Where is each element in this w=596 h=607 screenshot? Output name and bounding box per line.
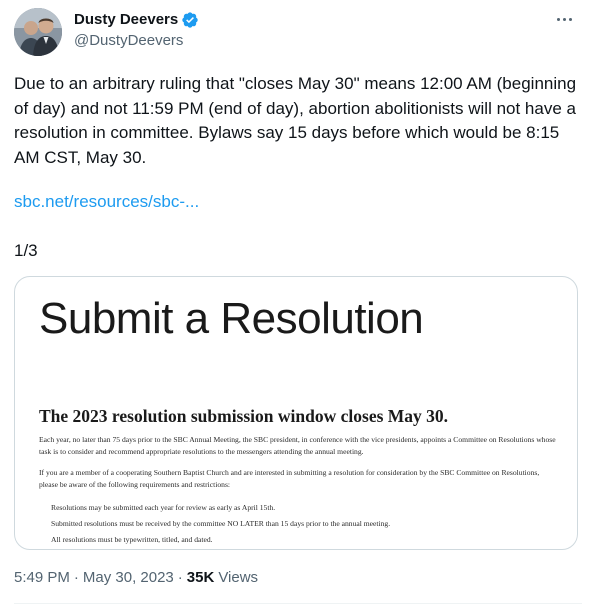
name-row: Dusty Deevers (74, 10, 199, 30)
media-subheading: The 2023 resolution submission window cl… (39, 406, 449, 426)
tweet: Dusty Deevers @DustyDeevers Due to an ar… (0, 0, 596, 607)
media-list-item: All resolutions must be typewritten, tit… (51, 535, 213, 544)
views-count: 35K (186, 569, 215, 586)
more-options-icon[interactable] (552, 9, 576, 29)
media-image-card[interactable]: Submit a Resolution The 2023 resolution … (14, 276, 578, 550)
media-paragraph-1: Each year, no later than 75 days prior t… (39, 435, 556, 456)
timestamp-time[interactable]: 5:49 PM (14, 568, 70, 588)
divider (14, 603, 582, 604)
meta-separator: · (177, 569, 183, 586)
media-heading: Submit a Resolution (39, 294, 424, 343)
views-label: Views (218, 569, 259, 586)
media-list-item: Resolutions may be submitted each year f… (51, 503, 276, 512)
thread-count: 1/3 (14, 241, 38, 260)
timestamp-date[interactable]: May 30, 2023 (83, 568, 174, 588)
verified-badge-icon[interactable] (181, 11, 199, 29)
author-block: Dusty Deevers @DustyDeevers (74, 10, 199, 51)
handle[interactable]: @DustyDeevers (74, 31, 199, 51)
avatar[interactable] (14, 8, 62, 56)
display-name[interactable]: Dusty Deevers (74, 10, 178, 30)
tweet-meta: 5:49 PM · May 30, 2023 · 35K Views (14, 568, 258, 588)
profile-photo (14, 8, 62, 56)
tweet-text: Due to an arbitrary ruling that "closes … (14, 74, 577, 167)
tweet-link[interactable]: sbc.net/resources/sbc-... (14, 190, 199, 214)
meta-separator: · (73, 569, 79, 586)
media-paragraph-2: If you are a member of a cooperating Sou… (39, 468, 540, 489)
media-list-item: Submitted resolutions must be received b… (51, 519, 391, 528)
